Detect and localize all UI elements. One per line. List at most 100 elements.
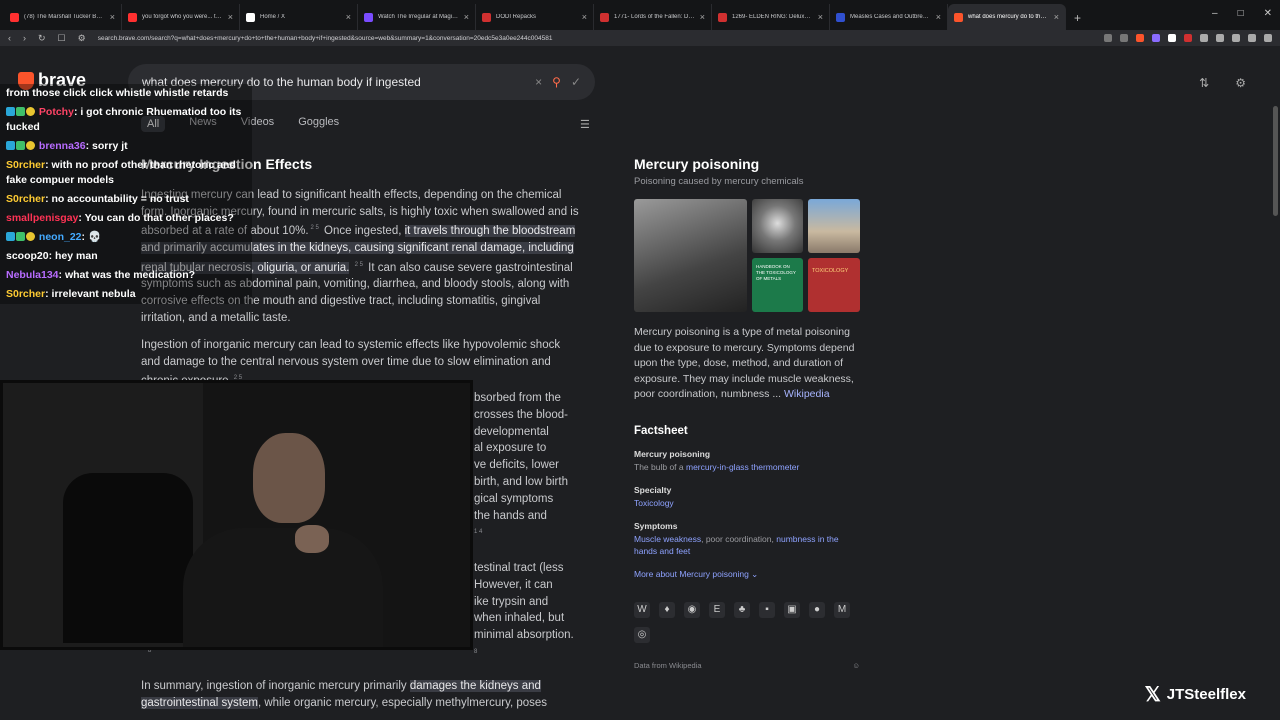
maximize-button[interactable]: □ <box>1238 8 1244 19</box>
close-tab-icon[interactable]: × <box>346 12 351 22</box>
source-icon[interactable]: ◎ <box>634 626 650 643</box>
rewards-icon[interactable] <box>1152 34 1160 42</box>
chat-username[interactable]: Potchy <box>39 106 74 118</box>
minimize-button[interactable]: – <box>1212 8 1218 19</box>
chat-username[interactable]: smallpenisgay <box>6 212 78 224</box>
brand-handle: JTSteelflex <box>1166 686 1246 703</box>
bookmark-icon[interactable]: ☐ <box>58 33 66 44</box>
close-window-button[interactable]: ✕ <box>1264 8 1272 19</box>
menu-icon[interactable] <box>1264 34 1272 42</box>
new-tab-button[interactable]: + <box>1066 11 1089 30</box>
x-logo-icon: 𝕏 <box>1144 684 1161 706</box>
location-image[interactable] <box>808 199 860 253</box>
extension-icon[interactable] <box>1184 34 1192 42</box>
clear-icon[interactable]: × <box>535 75 542 89</box>
chat-message: S0rcher: with no proof other than rhetor… <box>0 156 252 190</box>
browser-tab[interactable]: Measles Cases and Outbreaks | Mea× <box>830 4 948 30</box>
url-field[interactable]: search.brave.com/search?q=what+does+merc… <box>98 35 1092 42</box>
badge-icon <box>26 141 35 150</box>
source-icon[interactable]: ▣ <box>784 601 800 618</box>
close-tab-icon[interactable]: × <box>1054 12 1059 22</box>
more-about-link[interactable]: More about Mercury poisoning ⌄ <box>634 569 860 580</box>
badge-icon <box>16 232 25 241</box>
source-icon[interactable]: ● <box>809 601 825 618</box>
scrollbar[interactable] <box>1273 106 1278 216</box>
source-icon[interactable]: ▪ <box>759 601 775 618</box>
browser-tab[interactable]: what does mercury do to the hu × <box>948 4 1066 30</box>
puzzle-icon[interactable] <box>1216 34 1224 42</box>
book-cover-image[interactable]: HANDBOOK ON THE TOXICOLOGY OF METALS <box>752 258 803 312</box>
filter-icon[interactable]: ☰ <box>580 118 590 131</box>
source-icon[interactable]: W <box>634 601 650 618</box>
source-icon[interactable]: M <box>834 601 850 618</box>
chat-username[interactable]: brenna36 <box>39 140 86 152</box>
chat-message: from those click click whistle whistle r… <box>0 84 252 103</box>
sidebar-icon[interactable] <box>1232 34 1240 42</box>
site-info-icon[interactable]: ⚙ <box>78 33 86 44</box>
source-icon[interactable]: ◉ <box>684 601 700 618</box>
source-icon[interactable]: ♦ <box>659 601 675 618</box>
close-tab-icon[interactable]: × <box>464 12 469 22</box>
share-icon[interactable] <box>1120 34 1128 42</box>
source-icon[interactable]: E <box>709 601 725 618</box>
browser-tab[interactable]: 1269- ELDEN RING: Deluxe Edition +× <box>712 4 830 30</box>
tab-goggles[interactable]: Goggles <box>298 116 339 132</box>
citation[interactable]: 2 5 <box>355 262 363 268</box>
citation[interactable]: 2 5 <box>311 225 319 231</box>
brave-shields-icon[interactable] <box>1136 34 1144 42</box>
close-tab-icon[interactable]: × <box>110 12 115 22</box>
stream-brand: 𝕏 JTSteelflex <box>1145 682 1246 707</box>
chat-username[interactable]: S0rcher <box>6 193 45 205</box>
chat-username[interactable]: scoop20 <box>6 250 49 262</box>
chat-username[interactable]: S0rcher <box>6 288 45 300</box>
chair <box>63 473 193 643</box>
chat-username[interactable]: neon_22 <box>39 231 82 243</box>
check-icon[interactable]: ✓ <box>571 75 581 89</box>
browser-tab[interactable]: DODI Repacks × <box>476 4 594 30</box>
fact-link[interactable]: mercury-in-glass thermometer <box>686 462 799 472</box>
badge-icon <box>16 141 25 150</box>
x-extension-icon[interactable] <box>1168 34 1176 42</box>
kp-title: Mercury poisoning <box>634 156 760 172</box>
close-tab-icon[interactable]: × <box>936 12 941 22</box>
wikipedia-link[interactable]: Wikipedia <box>784 388 830 400</box>
feedback-icon[interactable]: ☺ <box>852 661 860 670</box>
chat-message: scoop20: hey man <box>0 247 252 266</box>
close-tab-icon[interactable]: × <box>818 12 823 22</box>
answer-partial-text: bsorbed from the crosses the blood-develo… <box>474 392 568 536</box>
chat-username[interactable]: S0rcher <box>6 159 45 171</box>
settings-gear-icon[interactable]: ⚙ <box>1235 76 1246 90</box>
thermometer-image[interactable] <box>634 199 747 312</box>
zoom-icon[interactable] <box>1104 34 1112 42</box>
browser-tab[interactable]: Watch The Irregular at Magic High S× <box>358 4 476 30</box>
browser-tab[interactable]: (78) The Marshall Tucker Band "Can't× <box>4 4 122 30</box>
wallet-icon[interactable] <box>1248 34 1256 42</box>
book-cover-image[interactable]: TOXICOLOGY <box>808 258 860 312</box>
close-tab-icon[interactable]: × <box>700 12 705 22</box>
close-tab-icon[interactable]: × <box>228 12 233 22</box>
extension-icon[interactable] <box>1200 34 1208 42</box>
reload-icon[interactable]: ↻ <box>38 33 46 44</box>
citation[interactable]: 8 <box>474 649 477 655</box>
source-icon[interactable]: ♣ <box>734 601 750 618</box>
extensions-bar <box>1104 34 1272 42</box>
swap-icon[interactable]: ⇅ <box>1199 76 1209 90</box>
citation[interactable]: 1 4 <box>474 529 482 535</box>
close-tab-icon[interactable]: × <box>582 12 587 22</box>
chat-message: S0rcher: irrelevant nebula <box>0 285 252 304</box>
browser-tab[interactable]: Home / X × <box>240 4 358 30</box>
back-icon[interactable]: ‹ <box>8 33 11 43</box>
mercury-drop-image[interactable] <box>752 199 803 253</box>
streamer-body <box>183 528 383 647</box>
chat-text: : 💀 <box>81 231 102 243</box>
answer-partial-text: testinal tract (less However, it can ike t… <box>474 562 574 655</box>
browser-tab[interactable]: you forgot who you were... these so× <box>122 4 240 30</box>
kp-images: HANDBOOK ON THE TOXICOLOGY OF METALS TOX… <box>634 199 860 313</box>
search-icon[interactable]: ⚲ <box>552 75 561 89</box>
chat-text: : You can do that other places? <box>78 212 234 224</box>
chat-username[interactable]: Nebula134 <box>6 269 59 281</box>
fact-link[interactable]: Muscle weakness <box>634 534 701 544</box>
fact-link[interactable]: Toxicology <box>634 498 674 508</box>
forward-icon[interactable]: › <box>23 33 26 43</box>
browser-tab[interactable]: 1771- Lords of the Fallen: Deluxe Ed× <box>594 4 712 30</box>
